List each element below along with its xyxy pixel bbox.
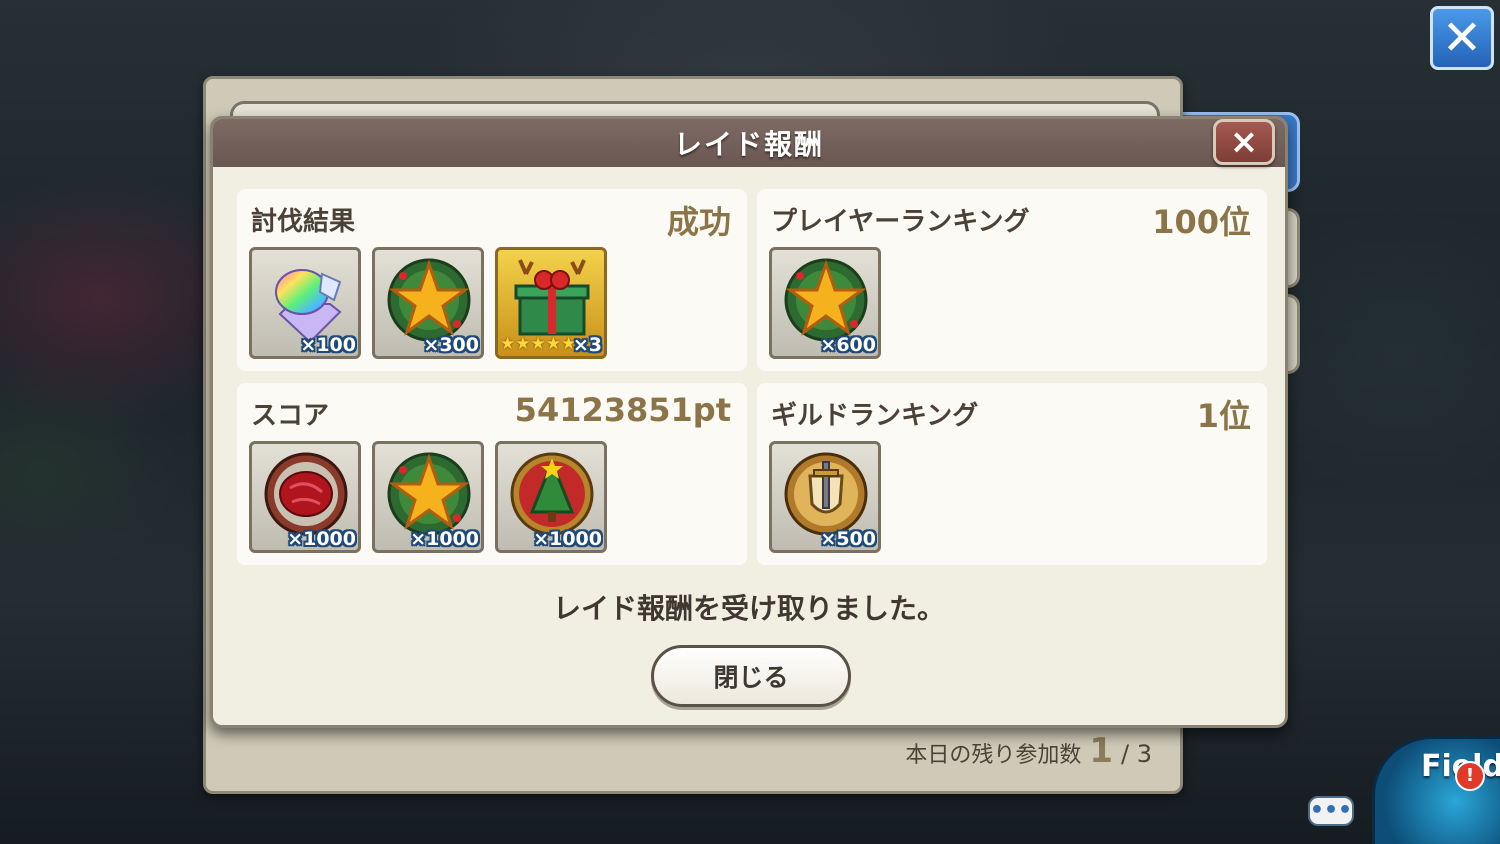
close-button[interactable]: 閉じる	[651, 645, 851, 707]
chat-bubble-icon: •••	[1309, 798, 1353, 823]
item-quantity: ×100	[300, 334, 356, 356]
score-label: スコア	[251, 401, 330, 431]
reward-item[interactable]: ×1000	[495, 441, 607, 553]
present-box-icon	[514, 259, 590, 336]
item-quantity: ×600	[820, 334, 876, 356]
reward-item[interactable]: ×100	[249, 247, 361, 359]
alert-badge-icon: !	[1455, 761, 1485, 791]
remaining-participations: 本日の残り参加数 1 / 3	[905, 731, 1152, 771]
guild-ranking-value: 1位	[1196, 397, 1251, 435]
top-close-button[interactable]: ✕	[1430, 6, 1494, 70]
raid-reward-dialog: レイド報酬 × 討伐結果 成功 ×100 ×300 ★★★★★ ×3 プレイヤー…	[210, 116, 1288, 728]
player-ranking-label: プレイヤーランキング	[771, 207, 1030, 237]
reward-item[interactable]: ×1000	[249, 441, 361, 553]
rarity-stars: ★★★★★	[500, 334, 577, 354]
star-wreath-icon	[387, 452, 471, 536]
guild-ranking-label: ギルドランキング	[771, 401, 979, 431]
reward-item[interactable]: ★★★★★ ×3	[495, 247, 607, 359]
dialog-title: レイド報酬	[673, 128, 824, 161]
chat-button[interactable]: •••	[1308, 796, 1354, 826]
remaining-total: / 3	[1121, 740, 1152, 768]
remaining-current: 1	[1089, 731, 1114, 771]
dialog-header: レイド報酬	[213, 119, 1285, 167]
result-label: 討伐結果	[251, 207, 356, 237]
item-quantity: ×1000	[287, 528, 356, 550]
dialog-close-button[interactable]: ×	[1213, 119, 1275, 165]
item-quantity: ×300	[423, 334, 479, 356]
item-quantity: ×500	[820, 528, 876, 550]
reward-item[interactable]: ×300	[372, 247, 484, 359]
score-card: スコア 54123851pt ×1000 ×1000 ×1000	[237, 383, 747, 565]
item-quantity: ×3	[572, 334, 602, 356]
remaining-label: 本日の残り参加数	[905, 743, 1082, 768]
field-button[interactable]: Field !	[1372, 736, 1500, 844]
result-value: 成功	[666, 203, 731, 241]
rainbow-crystal-icon	[275, 269, 342, 344]
star-wreath-icon	[387, 258, 471, 342]
gold-shield-medal-icon	[784, 452, 868, 536]
result-card: 討伐結果 成功 ×100 ×300 ★★★★★ ×3	[237, 189, 747, 371]
item-quantity: ×1000	[533, 528, 602, 550]
score-value: 54123851pt	[514, 391, 731, 429]
star-wreath-icon	[784, 258, 868, 342]
player-ranking-card: プレイヤーランキング 100位 ×600	[757, 189, 1267, 371]
player-ranking-value: 100位	[1152, 203, 1251, 241]
close-icon: ✕	[1441, 10, 1483, 66]
reward-item[interactable]: ×1000	[372, 441, 484, 553]
close-button-label: 閉じる	[713, 663, 789, 692]
close-icon: ×	[1229, 122, 1259, 162]
reward-item[interactable]: ×600	[769, 247, 881, 359]
red-meat-medal-icon	[264, 452, 348, 536]
reward-received-message: レイド報酬を受け取りました。	[552, 592, 945, 625]
guild-ranking-card: ギルドランキング 1位 ×500	[757, 383, 1267, 565]
christmas-tree-medal-icon	[510, 452, 594, 536]
item-quantity: ×1000	[410, 528, 479, 550]
reward-item[interactable]: ×500	[769, 441, 881, 553]
